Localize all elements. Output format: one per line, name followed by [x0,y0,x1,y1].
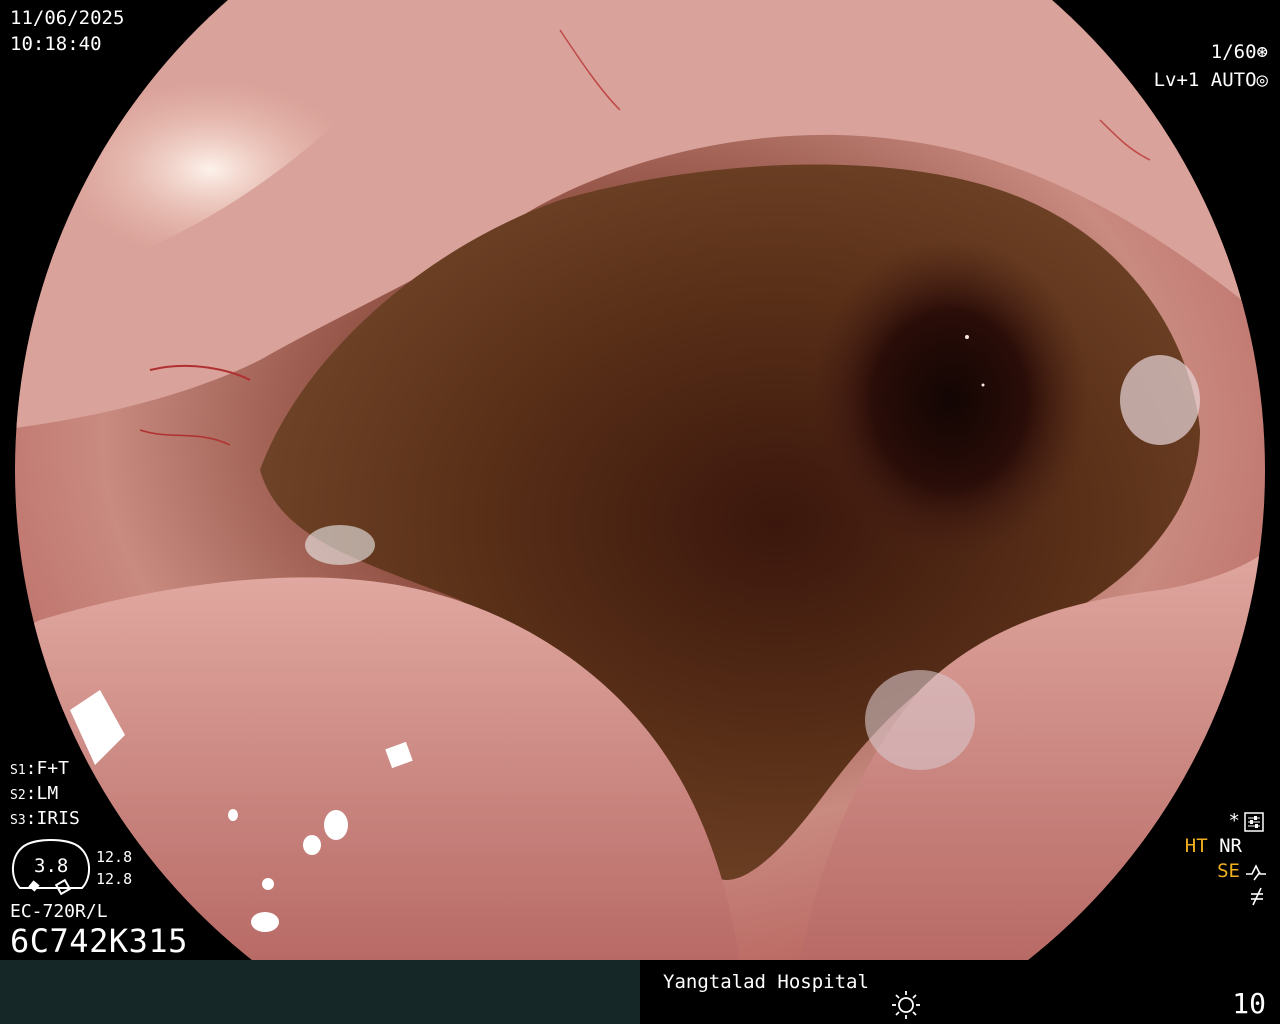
scope-serial: 6C742K315 [10,922,188,960]
setting-s1-value: F+T [36,758,70,779]
setting-s3-value: IRIS [36,808,80,829]
shutter-speed: 1/60 [1210,41,1257,63]
gauge-top-value: 12.8 [96,848,133,866]
endoscopic-view [0,0,1280,1024]
setting-s3-key: S3 [10,813,26,828]
setting-s3: S3:IRIS [10,808,80,829]
gauge-value: 3.8 [34,855,69,877]
scope-model: EC-720R/L [10,901,108,922]
image-counter: 10 [1232,987,1266,1020]
enhance-curve-icon [1246,864,1266,881]
setting-s1-key: S1 [10,763,26,778]
freeze-icon [1251,887,1263,906]
setting-s2-value: LM [36,783,59,804]
footer-left-panel [0,960,640,1024]
time-text: 10:18:40 [10,33,102,55]
shutter-readout: 1/60⊛ [1211,43,1268,62]
indicator-se: SE [1217,860,1240,882]
indicator-nr: NR [1219,835,1242,857]
auto-iris-icon: ◎ [1256,69,1268,91]
setting-s2-key: S2 [10,788,26,803]
gauge-bottom-value: 12.8 [96,870,133,888]
indicator-row-ht-nr: HT NR [1185,837,1242,856]
hospital-name: Yangtalad Hospital [663,971,869,993]
indicator-ht: HT [1184,835,1208,857]
exposure-readout: Lv+1 AUTO◎ [1154,71,1268,90]
shutter-icon: ⊛ [1256,41,1268,63]
setting-s1: S1:F+T [10,758,70,779]
exposure-mode: AUTO [1210,69,1257,91]
light-icon [892,991,920,1019]
exposure-level: Lv+1 [1153,69,1200,91]
menu-settings-icon [1244,812,1264,832]
indicator-asterisk: * [1228,810,1240,832]
date-text: 11/06/2025 [10,7,125,29]
setting-s2: S2:LM [10,783,59,804]
